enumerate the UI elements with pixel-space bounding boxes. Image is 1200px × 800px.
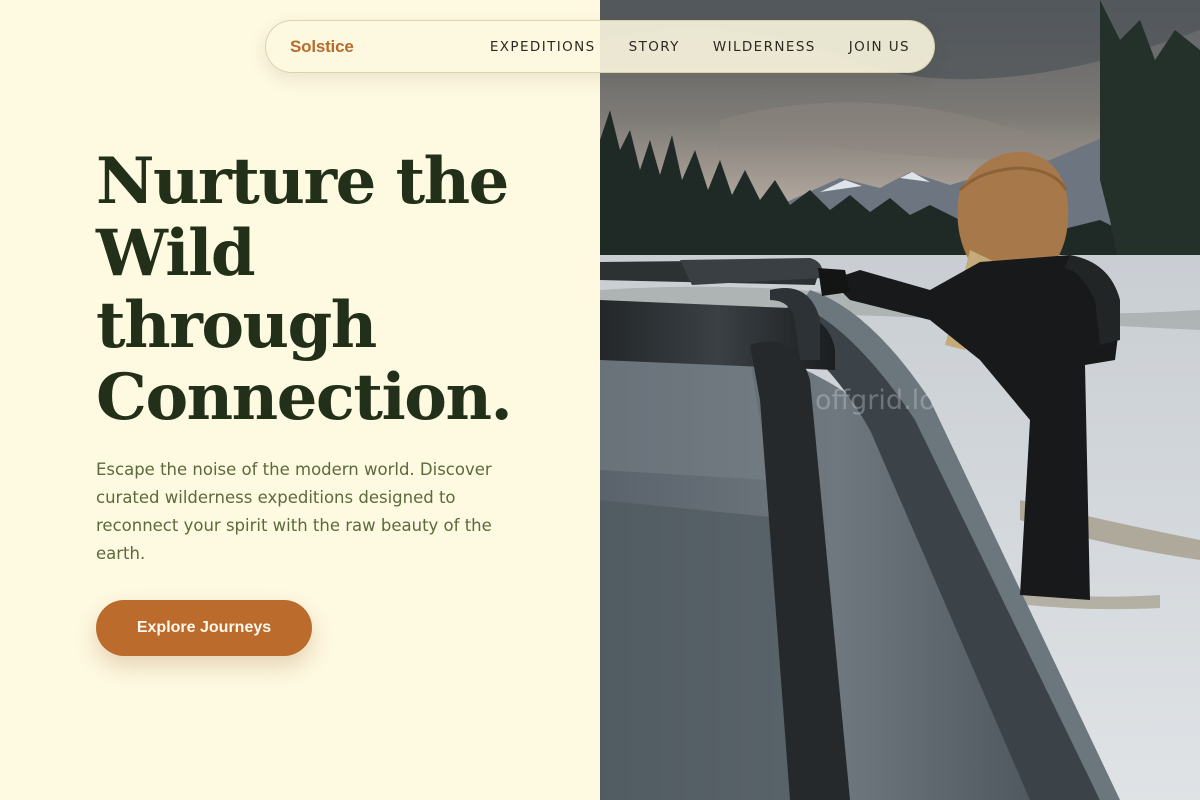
nav-link-join-us[interactable]: JOIN US: [849, 39, 910, 55]
headline-line: Nurture the: [96, 144, 509, 219]
hero-headline: Nurture the Wild through Connection.: [96, 146, 576, 434]
headline-line: Wild: [96, 216, 256, 291]
hero-subcopy: Escape the noise of the modern world. Di…: [96, 460, 492, 563]
top-nav: Solstice EXPEDITIONS STORY WILDERNESS JO…: [265, 20, 935, 73]
headline-line: Connection.: [96, 360, 513, 435]
explore-journeys-button[interactable]: Explore Journeys: [96, 600, 312, 656]
nav-link-wilderness[interactable]: WILDERNESS: [713, 39, 816, 55]
headline-line: through: [96, 288, 377, 363]
nav-links: EXPEDITIONS STORY WILDERNESS JOIN US: [490, 39, 910, 55]
landing-page: Nurture the Wild through Connection. Esc…: [0, 0, 1200, 800]
nav-link-story[interactable]: STORY: [629, 39, 680, 55]
watermark-text: offgrid.love: [815, 385, 969, 416]
brand-logo[interactable]: Solstice: [290, 37, 354, 57]
nav-link-expeditions[interactable]: EXPEDITIONS: [490, 39, 596, 55]
hero-panel: Nurture the Wild through Connection. Esc…: [0, 0, 600, 800]
